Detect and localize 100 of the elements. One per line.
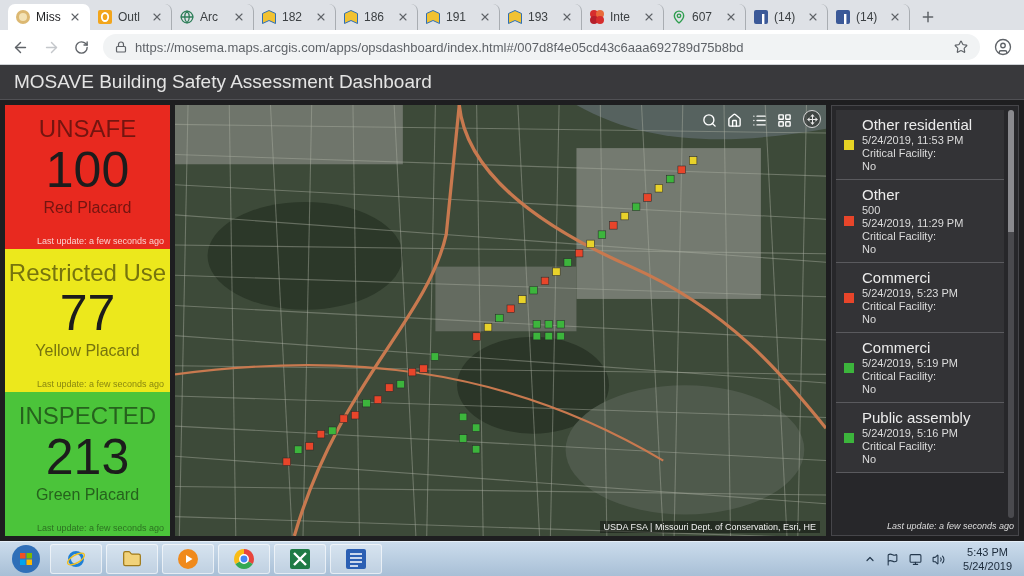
item-address: 500 <box>862 204 882 217</box>
close-icon[interactable] <box>725 11 737 23</box>
flag-icon[interactable] <box>886 552 900 566</box>
item-date: 5/24/2019, 11:53 PM <box>862 134 965 147</box>
browser-tab[interactable]: Miss <box>8 4 90 30</box>
indicator-value: 100 <box>45 142 130 198</box>
close-icon[interactable] <box>397 11 409 23</box>
close-icon[interactable] <box>69 11 81 23</box>
taskbar-button[interactable] <box>218 544 270 574</box>
spreadsheet-icon <box>290 549 310 569</box>
map-icon <box>508 10 522 24</box>
facility-label: Critical Facility: <box>862 300 937 313</box>
start-orb-icon[interactable] <box>12 545 40 573</box>
ring-tile-icon <box>98 10 112 24</box>
last-update-text: Last update: a few seconds ago <box>36 235 164 246</box>
map-icon <box>344 10 358 24</box>
taskbar-button[interactable] <box>106 544 158 574</box>
move-arrows-icon[interactable] <box>803 110 821 128</box>
square-marker-icon <box>459 412 468 421</box>
close-icon[interactable] <box>315 11 327 23</box>
taskbar-clock[interactable]: 5:43 PM 5/24/2019 <box>957 545 1018 573</box>
square-marker-icon <box>518 295 527 304</box>
last-update-text: Last update: a few seconds ago <box>36 523 164 533</box>
search-icon[interactable] <box>702 113 717 128</box>
close-icon[interactable] <box>233 11 245 23</box>
square-marker-icon <box>305 442 314 451</box>
square-marker-icon <box>408 368 417 377</box>
square-marker-icon <box>472 445 481 454</box>
square-marker-icon <box>282 457 291 466</box>
taskbar-button[interactable] <box>274 544 326 574</box>
lock-icon <box>115 41 127 53</box>
facility-label: Critical Facility: <box>862 440 937 453</box>
square-marker-icon <box>459 434 468 443</box>
map-icon <box>262 10 276 24</box>
square-marker-icon <box>532 332 541 341</box>
tricolor-circle-icon <box>234 549 254 569</box>
account-icon[interactable] <box>994 38 1012 56</box>
monitor-icon[interactable] <box>909 552 923 566</box>
close-icon[interactable] <box>151 11 163 23</box>
facility-label: Critical Facility: <box>862 370 937 383</box>
indicator-caption: Red Placard <box>43 197 132 217</box>
list-icon[interactable] <box>752 113 767 128</box>
facility-value: No <box>862 453 878 466</box>
new-tab-icon[interactable] <box>920 9 936 25</box>
square-marker-icon <box>472 332 481 341</box>
last-update-text: Last update: a few seconds ago <box>886 520 1014 531</box>
document-icon <box>346 549 366 569</box>
square-marker-icon <box>396 380 405 389</box>
star-icon[interactable] <box>954 40 968 54</box>
item-date: 5/24/2019, 5:16 PM <box>862 427 959 440</box>
square-marker-icon <box>472 423 481 432</box>
indicator-title: Restricted Use <box>8 258 167 287</box>
address-field[interactable]: https://mosema.maps.arcgis.com/apps/opsdashboard/index.html#/007d8f4e05cd43c6aaa692789d75b8bd <box>103 34 980 60</box>
taskbar-button[interactable] <box>330 544 382 574</box>
square-marker-icon <box>544 320 553 329</box>
scrollbar[interactable] <box>1008 110 1014 518</box>
facility-label: Critical Facility: <box>862 147 937 160</box>
list-item[interactable]: Other residential 5/24/2019, 11:53 PM Critical Facility: No <box>836 110 1004 180</box>
square-marker-icon <box>563 258 572 267</box>
item-title: Commerci <box>862 339 932 357</box>
square-marker-icon <box>666 175 675 184</box>
list-item[interactable]: Commerci 5/24/2019, 5:23 PM Critical Facility: No <box>836 263 1004 333</box>
grid-icon[interactable] <box>777 113 792 128</box>
facility-label: Critical Facility: <box>862 230 937 243</box>
reload-icon[interactable] <box>74 39 89 55</box>
folder-icon <box>122 549 142 569</box>
square-marker-icon <box>506 304 515 313</box>
indicator-caption: Yellow Placard <box>35 341 140 361</box>
square-marker-icon <box>294 445 303 454</box>
map-attribution: USDA FSA | Missouri Dept. of Conservation, Esri, HE <box>599 521 820 533</box>
list-item[interactable]: Commerci 5/24/2019, 5:19 PM Critical Facility: No <box>836 333 1004 403</box>
list-item[interactable]: Public assembly 5/24/2019, 5:16 PM Critical Facility: No <box>836 403 1004 473</box>
close-icon[interactable] <box>889 11 901 23</box>
square-marker-icon <box>362 399 371 408</box>
square-marker-icon <box>328 426 337 435</box>
volume-icon[interactable] <box>932 552 946 566</box>
square-marker-icon <box>556 320 565 329</box>
square-marker-icon <box>532 320 541 329</box>
indicator-caption: Green Placard <box>35 484 140 505</box>
square-marker-icon <box>632 202 641 211</box>
taskbar-button[interactable] <box>50 544 102 574</box>
home-icon[interactable] <box>727 113 742 128</box>
item-title: Public assembly <box>862 409 972 427</box>
close-icon[interactable] <box>807 11 819 23</box>
facility-value: No <box>862 243 878 256</box>
square-marker-icon <box>529 286 538 295</box>
social-tile-icon <box>836 10 850 24</box>
close-icon[interactable] <box>561 11 573 23</box>
square-marker-icon <box>620 212 629 221</box>
social-tile-icon <box>754 10 768 24</box>
square-marker-icon <box>689 156 698 165</box>
square-marker-icon <box>544 332 553 341</box>
square-marker-icon <box>483 323 493 332</box>
indicator-title: INSPECTED <box>18 402 157 430</box>
close-icon[interactable] <box>643 11 655 23</box>
square-marker-icon <box>597 230 606 239</box>
list-item[interactable]: Other 500 5/24/2019, 11:29 PM Critical Facility: No <box>836 180 1004 263</box>
square-marker-icon <box>351 411 360 420</box>
square-marker-icon <box>654 184 663 193</box>
close-icon[interactable] <box>479 11 491 23</box>
